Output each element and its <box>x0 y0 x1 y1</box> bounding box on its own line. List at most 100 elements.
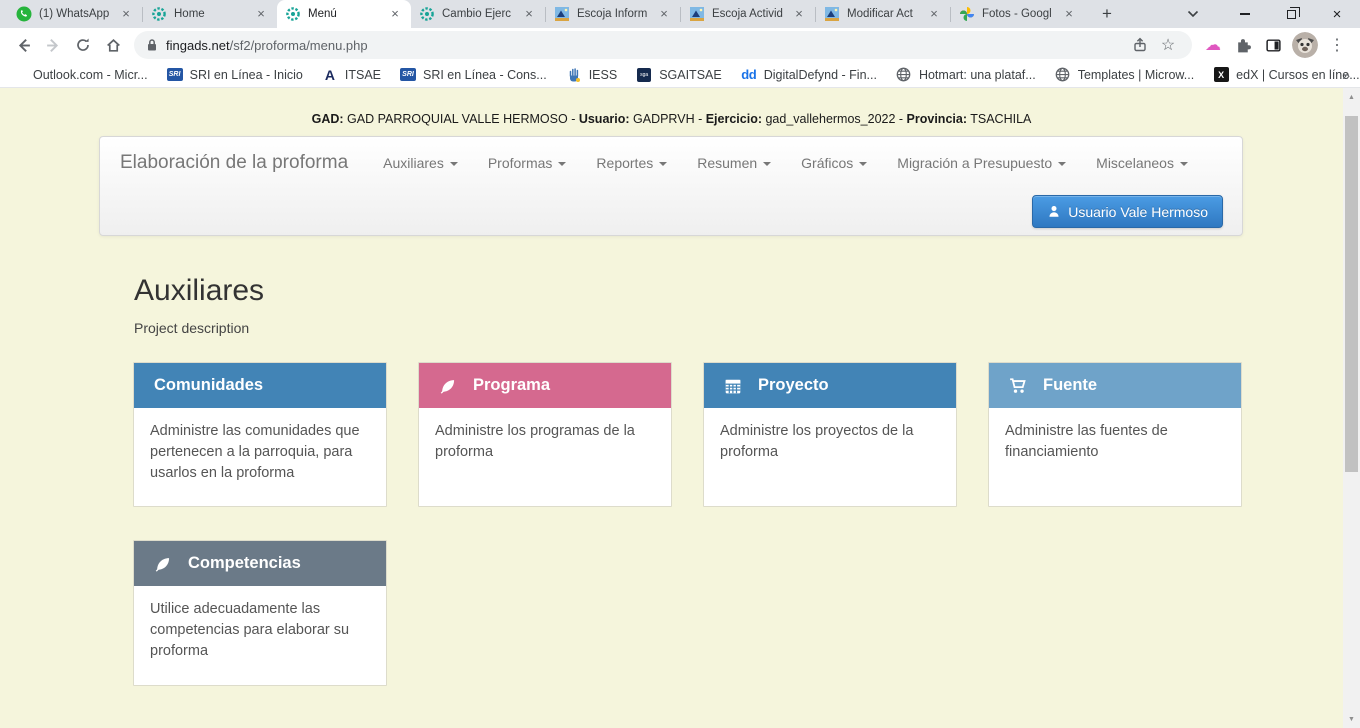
province-label: Provincia: <box>907 112 967 126</box>
browser-tab-whatsapp[interactable]: (1) WhatsApp × <box>8 0 142 28</box>
card-programa[interactable]: Programa Administre los programas de la … <box>418 362 672 507</box>
card-description: Administre las comunidades que pertenece… <box>134 408 386 497</box>
tab-title: Escoja Inform <box>577 8 649 20</box>
lock-icon <box>146 38 158 52</box>
province-value: TSACHILA <box>967 112 1031 126</box>
tab-close-icon[interactable]: × <box>521 6 537 22</box>
back-button[interactable] <box>8 30 38 60</box>
gear-icon <box>151 6 167 22</box>
card-proyecto[interactable]: Proyecto Administre los proyectos de la … <box>703 362 957 507</box>
nav-item-graficos[interactable]: Gráficos <box>786 137 882 189</box>
browser-tab-home[interactable]: Home × <box>143 0 277 28</box>
tab-close-icon[interactable]: × <box>656 6 672 22</box>
bookmark-sri-inicio[interactable]: SRI SRI en Línea - Inicio <box>167 67 303 83</box>
vertical-scrollbar[interactable]: ▲ ▼ <box>1343 88 1360 728</box>
card-competencias[interactable]: Competencias Utilice adecuadamente las c… <box>133 540 387 686</box>
address-bar[interactable]: fingads.net/sf2/proforma/menu.php ☆ <box>134 31 1192 59</box>
browser-window: (1) WhatsApp × Home × Menú × <box>0 0 1360 728</box>
nav-item-proformas[interactable]: Proformas <box>473 137 582 189</box>
scrollbar-thumb[interactable] <box>1345 116 1358 472</box>
gear-icon <box>285 6 301 22</box>
tab-close-icon[interactable]: × <box>387 6 403 22</box>
card-description: Utilice adecuadamente las competencias p… <box>134 586 386 675</box>
globe-icon <box>1055 67 1071 83</box>
page-subtitle: Project description <box>134 320 249 336</box>
scroll-up-icon[interactable]: ▲ <box>1343 90 1360 104</box>
scroll-down-icon[interactable]: ▼ <box>1343 712 1360 726</box>
itsae-icon: A <box>322 67 338 83</box>
caret-down-icon <box>450 162 458 166</box>
card-header: Competencias <box>134 541 386 586</box>
caret-down-icon <box>558 162 566 166</box>
sri-icon: SRI <box>400 68 416 81</box>
card-comunidades[interactable]: Comunidades Administre las comunidades q… <box>133 362 387 507</box>
restore-button[interactable] <box>1268 0 1314 28</box>
card-title: Programa <box>473 376 550 395</box>
edx-icon: X <box>1214 67 1229 82</box>
nav-item-resumen[interactable]: Resumen <box>682 137 786 189</box>
hand-icon <box>566 67 582 83</box>
forward-button[interactable] <box>38 30 68 60</box>
bookmarks-overflow-icon[interactable]: » <box>1342 67 1350 83</box>
nav-item-reportes[interactable]: Reportes <box>581 137 682 189</box>
browser-tab-modificar-actividad[interactable]: Modificar Act × <box>816 0 950 28</box>
nav-item-miscelaneos[interactable]: Miscelaneos <box>1081 137 1203 189</box>
reload-button[interactable] <box>68 30 98 60</box>
card-description: Administre los proyectos de la proforma <box>704 408 956 476</box>
bookmark-iess[interactable]: IESS <box>566 67 618 83</box>
tab-close-icon[interactable]: × <box>253 6 269 22</box>
nav-item-migracion[interactable]: Migración a Presupuesto <box>882 137 1081 189</box>
tab-title: Menú <box>308 8 380 20</box>
extensions-puzzle-icon[interactable] <box>1228 30 1258 60</box>
bookmark-hotmart[interactable]: Hotmart: una plataf... <box>896 67 1036 83</box>
google-photos-icon <box>959 6 975 22</box>
cards-row-1: Comunidades Administre las comunidades q… <box>133 362 1242 507</box>
url-text: fingads.net/sf2/proforma/menu.php <box>166 38 368 53</box>
navbar-brand[interactable]: Elaboración de la proforma <box>100 152 358 174</box>
share-icon[interactable] <box>1126 31 1154 59</box>
bookmark-sgaitsae[interactable]: sga SGAITSAE <box>636 67 722 83</box>
tab-close-icon[interactable]: × <box>791 6 807 22</box>
bookmark-digitaldefynd[interactable]: dd DigitalDefynd - Fin... <box>741 67 877 83</box>
tab-close-icon[interactable]: × <box>926 6 942 22</box>
minimize-button[interactable] <box>1222 0 1268 28</box>
profile-avatar[interactable] <box>1292 32 1318 58</box>
window-controls: × <box>1176 0 1360 28</box>
card-description: Administre las fuentes de financiamiento <box>989 408 1241 476</box>
bookmark-edx[interactable]: X edX | Cursos en líne... <box>1213 67 1359 83</box>
caret-down-icon <box>1180 162 1188 166</box>
app-navbar: Elaboración de la proforma Auxiliares Pr… <box>99 136 1243 236</box>
leaf-icon <box>154 555 172 573</box>
browser-tab-escoja-informacion[interactable]: Escoja Inform × <box>546 0 680 28</box>
browser-tab-fotos-google[interactable]: Fotos - Googl × <box>951 0 1085 28</box>
nav-item-auxiliares[interactable]: Auxiliares <box>368 137 473 189</box>
side-panel-icon[interactable] <box>1258 30 1288 60</box>
card-fuente[interactable]: Fuente Administre las fuentes de financi… <box>988 362 1242 507</box>
tab-close-icon[interactable]: × <box>1061 6 1077 22</box>
browser-tab-cambio-ejercicio[interactable]: Cambio Ejerc × <box>411 0 545 28</box>
bookmark-templates[interactable]: Templates | Microw... <box>1055 67 1194 83</box>
browser-tab-menu-active[interactable]: Menú × <box>277 0 411 28</box>
close-window-button[interactable]: × <box>1314 0 1360 28</box>
browser-menu-icon[interactable]: ⋮ <box>1322 30 1352 60</box>
home-button[interactable] <box>98 30 128 60</box>
bookmark-itsae[interactable]: A ITSAE <box>322 67 381 83</box>
tab-close-icon[interactable]: × <box>118 6 134 22</box>
tab-search-chevron-icon[interactable] <box>1176 0 1210 28</box>
bookmark-star-icon[interactable]: ☆ <box>1154 31 1182 59</box>
landscape-icon <box>554 6 570 22</box>
browser-tab-escoja-actividad[interactable]: Escoja Activid × <box>681 0 815 28</box>
exercise-value: gad_vallehermos_2022 <box>762 112 895 126</box>
exercise-label: Ejercicio: <box>706 112 762 126</box>
tab-title: Cambio Ejerc <box>442 8 514 20</box>
card-title: Competencias <box>188 554 301 573</box>
bookmark-sri-consultas[interactable]: SRI SRI en Línea - Cons... <box>400 67 547 83</box>
new-tab-button[interactable]: + <box>1093 0 1121 28</box>
card-title: Proyecto <box>758 376 829 395</box>
card-description: Administre los programas de la proforma <box>419 408 671 476</box>
user-button[interactable]: Usuario Vale Hermoso <box>1032 195 1223 228</box>
landscape-icon <box>689 6 705 22</box>
cloud-extension-icon[interactable]: ☁ <box>1198 30 1228 60</box>
cards-row-2: Competencias Utilice adecuadamente las c… <box>133 540 387 686</box>
bookmark-outlook[interactable]: Outlook.com - Micr... <box>10 67 148 83</box>
